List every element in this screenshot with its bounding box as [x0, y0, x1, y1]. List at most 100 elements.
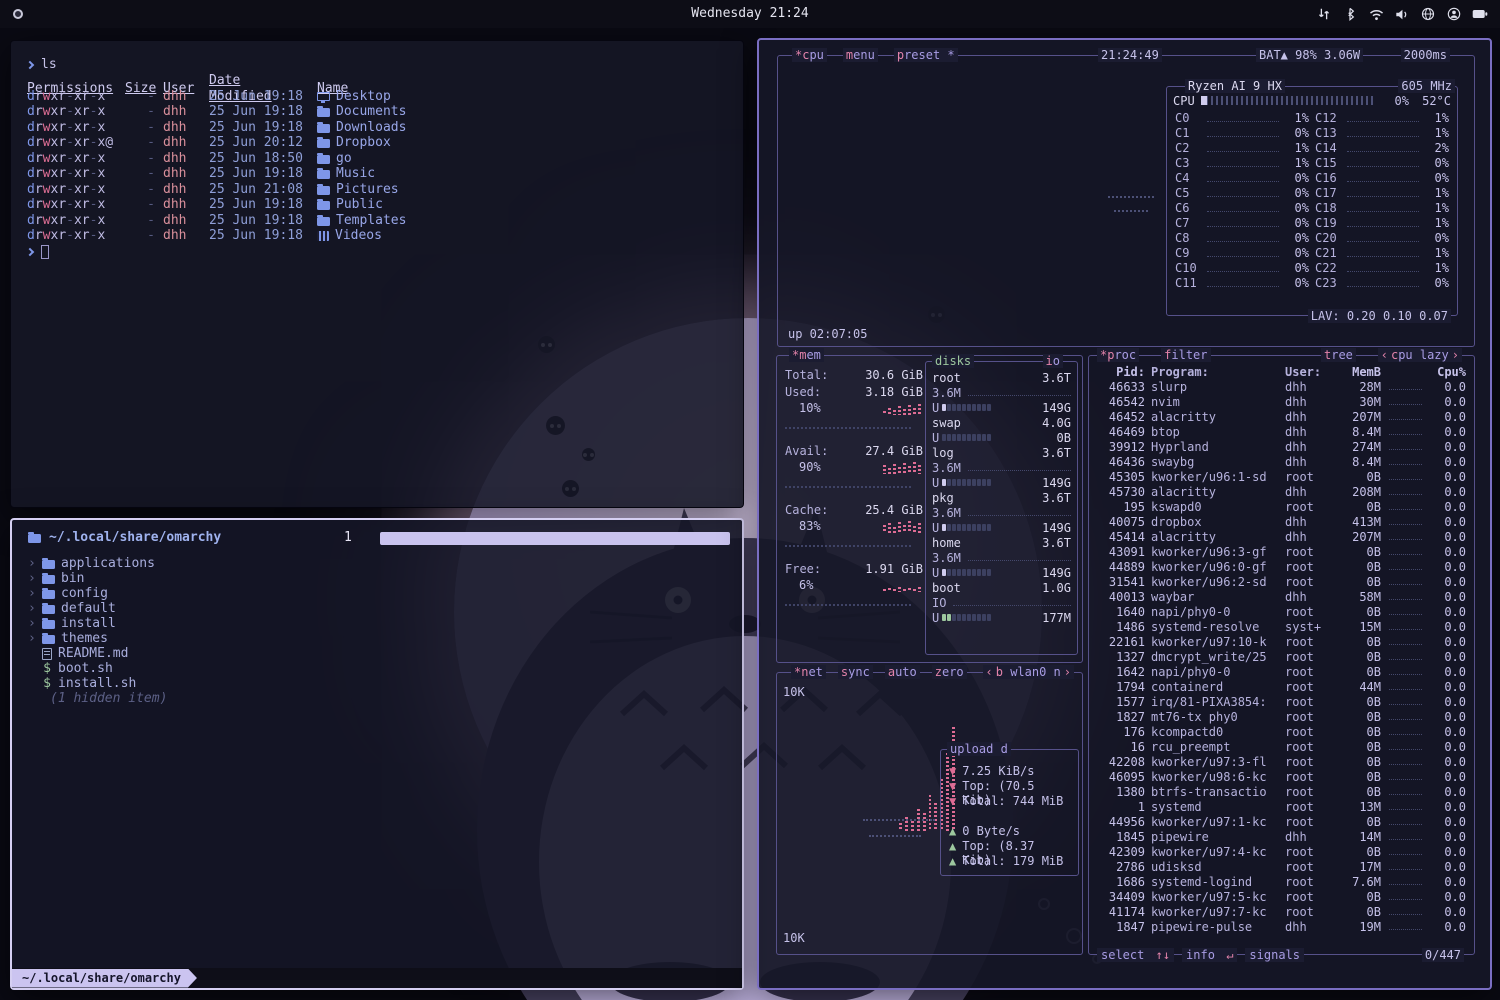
process-row[interactable]: 44889kworker/u96:0-gfroot0B0.0	[1089, 559, 1474, 574]
volume-icon[interactable]	[1394, 6, 1410, 22]
file-entry[interactable]: $install.sh	[28, 676, 167, 691]
chevron-right-icon: ›	[28, 616, 36, 631]
core-grid-rows: C01%C121%C10%C131%C21%C142%C31%C150%C40%…	[1167, 110, 1457, 290]
process-row[interactable]: 40013waybardhh58M0.0	[1089, 589, 1474, 604]
chevron-right-icon: ›	[28, 586, 36, 601]
tray-icons	[1316, 6, 1488, 22]
updates-icon[interactable]	[1316, 6, 1332, 22]
process-row[interactable]: 1642napi/phy0-0root0B0.0	[1089, 664, 1474, 679]
terminal-cursor	[41, 245, 49, 259]
process-row[interactable]: 176kcompactd0root0B0.0	[1089, 724, 1474, 739]
cpu-total-row: CPU 0% 52°C	[1173, 93, 1451, 108]
tree-tab[interactable]: tree	[1321, 348, 1356, 362]
logo-icon[interactable]	[13, 9, 23, 19]
interface-tab[interactable]: ‹b wlan0 n›	[983, 665, 1075, 679]
file-entry[interactable]: ›themes	[28, 631, 167, 646]
net-scale-bottom: 10K	[783, 931, 805, 945]
cpu-temp: 52°C	[1415, 94, 1451, 108]
file-entry[interactable]: ›applications	[28, 556, 167, 571]
info-control[interactable]: info ↵	[1182, 948, 1237, 962]
process-row[interactable]: 45730alacrittydhh208M0.0	[1089, 484, 1474, 499]
process-row[interactable]: 46633slurpdhh28M0.0	[1089, 379, 1474, 394]
file-entry[interactable]: ›default	[28, 601, 167, 616]
process-row[interactable]: 46469btopdhh8.4M0.0	[1089, 424, 1474, 439]
process-row[interactable]: 46095kworker/u98:6-kcroot0B0.0	[1089, 769, 1474, 784]
tab-indicator[interactable]: 1	[344, 530, 352, 545]
wifi-icon[interactable]	[1368, 6, 1384, 22]
battery-status: BAT▲ 98% 3.06W	[1256, 48, 1363, 62]
process-row[interactable]: 1systemdroot13M0.0	[1089, 799, 1474, 814]
file-entry[interactable]: ›config	[28, 586, 167, 601]
process-row[interactable]: 41174kworker/u97:7-kcroot0B0.0	[1089, 904, 1474, 919]
net-tab-sync[interactable]: sync	[838, 665, 873, 679]
folder-icon	[317, 108, 330, 117]
process-row[interactable]: 1847pipewire-pulsedhh19M0.0	[1089, 919, 1474, 934]
process-row[interactable]: 46436swaybgdhh8.4M0.0	[1089, 454, 1474, 469]
process-row[interactable]: 1577irq/81-PIXA3854:root0B0.0	[1089, 694, 1474, 709]
command-text: ls	[41, 57, 57, 73]
file-entry[interactable]: ›bin	[28, 571, 167, 586]
uptime: up 02:07:05	[788, 327, 867, 341]
net-tab-auto[interactable]: auto	[885, 665, 920, 679]
net-tab-net[interactable]: *net	[791, 665, 826, 679]
file-entry[interactable]: ›install	[28, 616, 167, 631]
net-stats-title[interactable]: upload d	[947, 742, 1011, 756]
globe-icon[interactable]	[1420, 6, 1436, 22]
process-row[interactable]: 46542nvimdhh30M0.0	[1089, 394, 1474, 409]
io-tab[interactable]: io	[1043, 354, 1063, 368]
account-icon[interactable]	[1446, 6, 1462, 22]
proc-tab-proc[interactable]: *proc	[1097, 348, 1139, 362]
file-entry[interactable]: README.md	[28, 646, 167, 661]
ls-row: drwxr-xr-x-dhh25 Jun 19:18Downloads	[27, 120, 743, 136]
bluetooth-icon[interactable]	[1342, 6, 1358, 22]
select-control[interactable]: select ↑↓	[1097, 948, 1174, 962]
process-row[interactable]: 45305kworker/u96:1-sdroot0B0.0	[1089, 469, 1474, 484]
cpu-tab-preset[interactable]: preset *	[894, 48, 958, 62]
process-row[interactable]: 16rcu_preemptroot0B0.0	[1089, 739, 1474, 754]
script-icon: $	[42, 661, 52, 676]
memory-panel: *mem Total:30.6 GiBUsed:3.18 GiB10%Avail…	[776, 355, 1083, 663]
sort-tab[interactable]: ‹cpu lazy›	[1378, 348, 1462, 362]
signals-control[interactable]: signals	[1245, 948, 1304, 962]
process-row[interactable]: 46452alacrittydhh207M0.0	[1089, 409, 1474, 424]
disks-title: disks	[932, 354, 974, 368]
process-row[interactable]: 1486systemd-resolvesyst+15M0.0	[1089, 619, 1474, 634]
update-interval[interactable]: 2000ms	[1401, 48, 1450, 62]
process-row[interactable]: 42309kworker/u97:4-kcroot0B0.0	[1089, 844, 1474, 859]
process-row[interactable]: 22161kworker/u97:10-kroot0B0.0	[1089, 634, 1474, 649]
core-row: C01%C121%	[1167, 110, 1457, 125]
process-row[interactable]: 1380btrfs-transactioroot0B0.0	[1089, 784, 1474, 799]
upload-arrow-icon: ▲	[949, 824, 956, 839]
cpu-tab-menu[interactable]: menu	[843, 48, 878, 62]
process-row[interactable]: 1845pipewiredhh14M0.0	[1089, 829, 1474, 844]
process-row[interactable]: 1686systemd-logindroot7.6M0.0	[1089, 874, 1474, 889]
core-row: C31%C150%	[1167, 155, 1457, 170]
process-row[interactable]: 39912Hyprlanddhh274M0.0	[1089, 439, 1474, 454]
process-row[interactable]: 44956kworker/u97:1-kcroot0B0.0	[1089, 814, 1474, 829]
proc-tab-filter[interactable]: filter	[1161, 348, 1210, 362]
process-row[interactable]: 43091kworker/u96:3-gfroot0B0.0	[1089, 544, 1474, 559]
disk-entry: pkg3.6T3.6MU149G	[932, 490, 1071, 535]
process-row[interactable]: 34409kworker/u97:5-kcroot0B0.0	[1089, 889, 1474, 904]
folder-icon	[28, 534, 41, 543]
proc-header: Pid: Program: User: MemB Cpu%	[1089, 364, 1474, 379]
process-row[interactable]: 31541kworker/u96:2-sdroot0B0.0	[1089, 574, 1474, 589]
process-row[interactable]: 2786udisksdroot17M0.0	[1089, 859, 1474, 874]
process-row[interactable]: 1827mt76-tx phy0root0B0.0	[1089, 709, 1474, 724]
folder-icon	[42, 620, 55, 629]
process-row[interactable]: 42208kworker/u97:3-flroot0B0.0	[1089, 754, 1474, 769]
mem-stat: Free:1.91 GiB6%	[785, 562, 923, 606]
process-row[interactable]: 1640napi/phy0-0root0B0.0	[1089, 604, 1474, 619]
process-row[interactable]: 40075dropboxdhh413M0.0	[1089, 514, 1474, 529]
mem-tab-mem[interactable]: *mem	[789, 348, 824, 362]
process-row[interactable]: 1327dmcrypt_write/25root0B0.0	[1089, 649, 1474, 664]
document-icon	[42, 648, 52, 660]
battery-icon[interactable]	[1472, 6, 1488, 22]
folder-icon	[42, 575, 55, 584]
process-row[interactable]: 45414alacrittydhh207M0.0	[1089, 529, 1474, 544]
file-entry[interactable]: $boot.sh	[28, 661, 167, 676]
cpu-tab-cpu[interactable]: *cpu	[792, 48, 827, 62]
net-tab-zero[interactable]: zero	[932, 665, 967, 679]
process-row[interactable]: 195kswapd0root0B0.0	[1089, 499, 1474, 514]
process-row[interactable]: 1794containerdroot44M0.0	[1089, 679, 1474, 694]
